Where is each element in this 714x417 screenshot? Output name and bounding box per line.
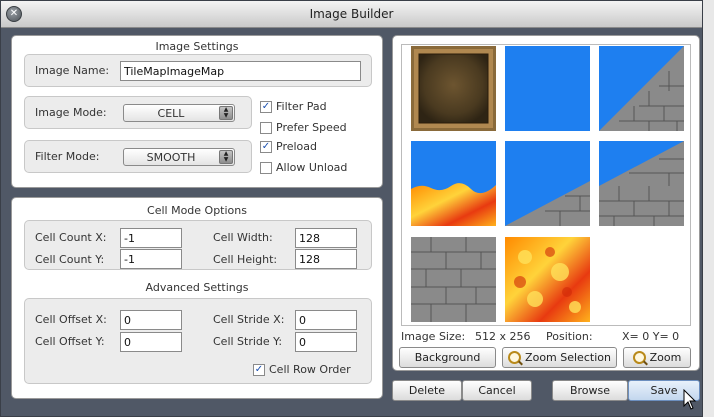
mouse-cursor-icon bbox=[683, 389, 697, 410]
tile-cell-lava[interactable] bbox=[505, 237, 590, 322]
cell-count-y-label: Cell Count Y: bbox=[35, 253, 105, 266]
image-mode-value: CELL bbox=[157, 107, 185, 120]
title-bar[interactable]: ✕ Image Builder bbox=[1, 1, 702, 28]
delete-button[interactable]: Delete bbox=[392, 380, 462, 401]
cell-offset-y-field[interactable] bbox=[120, 332, 182, 352]
tile-cell-sky-stone-ramp[interactable] bbox=[505, 141, 590, 226]
filter-pad-checkbox[interactable]: ✓ Filter Pad bbox=[260, 100, 327, 113]
cell-count-y-field[interactable] bbox=[120, 249, 182, 269]
filter-mode-select[interactable]: SMOOTH ▲ ▼ bbox=[123, 148, 235, 166]
preload-label: Preload bbox=[276, 140, 317, 153]
zoom-selection-button[interactable]: Zoom Selection bbox=[502, 347, 617, 368]
image-size-value: 512 x 256 bbox=[475, 330, 531, 343]
cell-mode-panel: Cell Mode Options Cell Count X: Cell Cou… bbox=[11, 197, 383, 399]
save-label: Save bbox=[650, 384, 678, 397]
cell-offset-y-label: Cell Offset Y: bbox=[35, 335, 105, 348]
cell-offset-x-field[interactable] bbox=[120, 310, 182, 330]
cell-stride-x-label: Cell Stride X: bbox=[213, 313, 285, 326]
checkmark-icon: ✓ bbox=[260, 100, 272, 113]
background-window-edge bbox=[703, 0, 714, 417]
image-name-field[interactable] bbox=[120, 61, 361, 81]
image-builder-dialog: ✕ Image Builder Image Settings Image Nam… bbox=[0, 0, 703, 417]
unchecked-box-icon bbox=[260, 121, 272, 134]
image-mode-group: Image Mode: CELL ▲ ▼ bbox=[24, 96, 252, 129]
zoom-label: Zoom bbox=[649, 351, 682, 364]
tile-cell-sky-stone-slope-2[interactable] bbox=[599, 141, 684, 226]
filter-mode-value: SMOOTH bbox=[146, 151, 196, 164]
cell-width-label: Cell Width: bbox=[213, 231, 273, 244]
browse-button[interactable]: Browse bbox=[552, 380, 628, 401]
cell-stride-x-field[interactable] bbox=[295, 310, 357, 330]
cell-row-order-checkbox[interactable]: ✓ Cell Row Order bbox=[253, 363, 351, 376]
image-preview-panel: Image Size: 512 x 256 Position: X= 0 Y= … bbox=[392, 35, 700, 371]
cell-stride-y-label: Cell Stride Y: bbox=[213, 335, 283, 348]
cell-offset-x-label: Cell Offset X: bbox=[35, 313, 107, 326]
cell-mode-title: Cell Mode Options bbox=[147, 204, 247, 217]
background-button-label: Background bbox=[414, 351, 481, 364]
updown-arrows-icon: ▲ ▼ bbox=[219, 106, 233, 120]
preload-checkbox[interactable]: ✓ Preload bbox=[260, 140, 317, 153]
tile-cell-sky-stone-slope[interactable] bbox=[599, 46, 684, 131]
zoom-button[interactable]: Zoom bbox=[623, 347, 691, 368]
allow-unload-label: Allow Unload bbox=[276, 161, 348, 174]
tile-cell-wood-frame[interactable] bbox=[411, 46, 496, 131]
image-size-label: Image Size: bbox=[401, 330, 466, 343]
cell-height-field[interactable] bbox=[295, 249, 357, 269]
advanced-settings-title: Advanced Settings bbox=[145, 281, 249, 294]
image-name-label: Image Name: bbox=[35, 64, 110, 77]
background-button[interactable]: Background bbox=[399, 347, 496, 368]
image-settings-panel: Image Settings Image Name: Image Mode: C… bbox=[11, 35, 383, 188]
updown-arrows-icon: ▲ ▼ bbox=[219, 150, 233, 164]
image-settings-title: Image Settings bbox=[155, 40, 239, 53]
cell-stride-y-field[interactable] bbox=[295, 332, 357, 352]
filter-mode-label: Filter Mode: bbox=[35, 150, 100, 163]
cell-width-field[interactable] bbox=[295, 228, 357, 248]
cell-count-x-field[interactable] bbox=[120, 228, 182, 248]
cancel-button[interactable]: Cancel bbox=[462, 380, 532, 401]
cell-height-label: Cell Height: bbox=[213, 253, 278, 266]
zoom-selection-label: Zoom Selection bbox=[525, 351, 611, 364]
image-mode-label: Image Mode: bbox=[35, 106, 107, 119]
cell-row-order-label: Cell Row Order bbox=[269, 363, 351, 376]
allow-unload-checkbox[interactable]: Allow Unload bbox=[260, 161, 347, 174]
unchecked-box-icon bbox=[260, 161, 272, 174]
filter-mode-group: Filter Mode: SMOOTH ▲ ▼ bbox=[24, 140, 252, 173]
magnifier-icon bbox=[632, 351, 646, 364]
tile-cell-sky[interactable] bbox=[505, 46, 590, 131]
delete-label: Delete bbox=[408, 384, 446, 397]
filter-pad-label: Filter Pad bbox=[276, 100, 327, 113]
tile-cell-stone[interactable] bbox=[411, 237, 496, 322]
cancel-label: Cancel bbox=[478, 384, 516, 397]
image-mode-select[interactable]: CELL ▲ ▼ bbox=[123, 104, 235, 122]
window-title: Image Builder bbox=[309, 7, 394, 21]
magnifier-icon bbox=[508, 351, 522, 364]
cell-count-x-label: Cell Count X: bbox=[35, 231, 107, 244]
prefer-speed-label: Prefer Speed bbox=[276, 121, 347, 134]
tile-cell-sky-lava[interactable] bbox=[411, 141, 496, 226]
advanced-settings-group: Cell Offset X: Cell Offset Y: Cell Strid… bbox=[24, 298, 372, 384]
image-canvas[interactable] bbox=[401, 44, 691, 326]
image-name-group: Image Name: bbox=[24, 54, 372, 87]
checkmark-icon: ✓ bbox=[253, 363, 265, 376]
prefer-speed-checkbox[interactable]: Prefer Speed bbox=[260, 121, 347, 134]
position-value: X= 0 Y= 0 bbox=[622, 330, 680, 343]
browse-label: Browse bbox=[569, 384, 611, 397]
position-label: Position: bbox=[546, 330, 593, 343]
cell-count-group: Cell Count X: Cell Count Y: Cell Width: … bbox=[24, 220, 372, 270]
checkmark-icon: ✓ bbox=[260, 140, 272, 153]
